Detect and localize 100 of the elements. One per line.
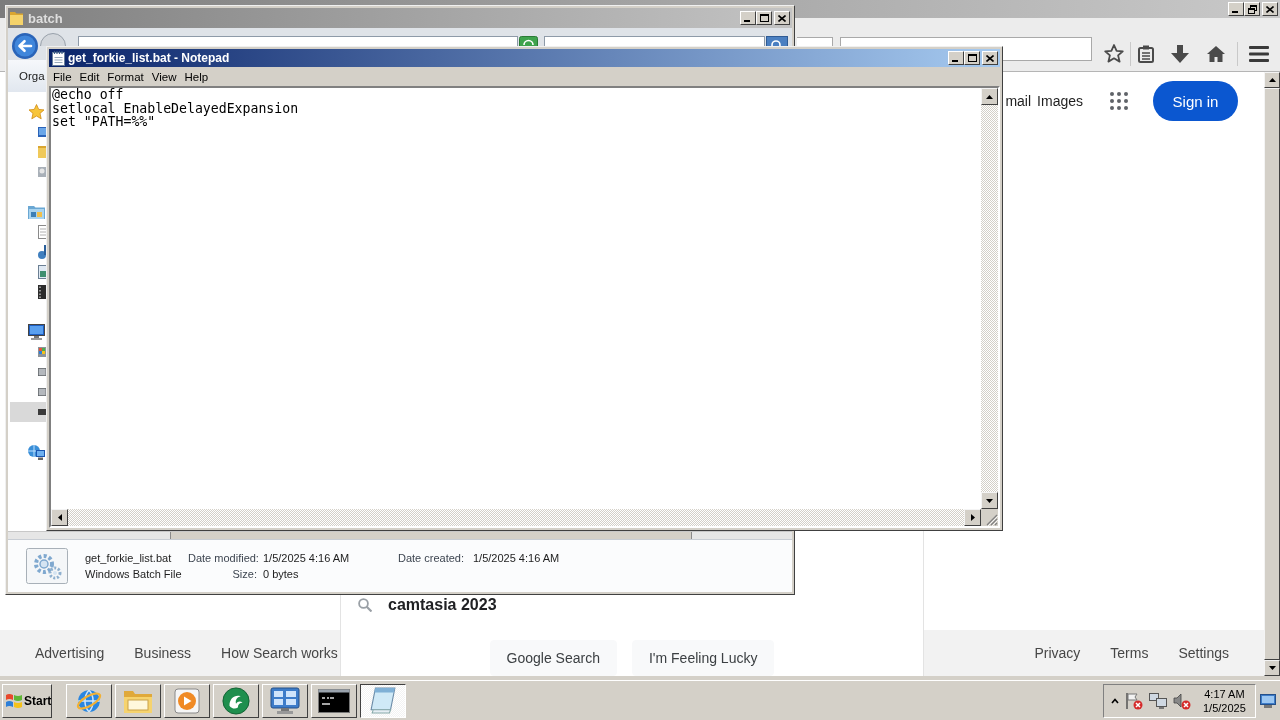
search-field[interactable] [1003, 37, 1092, 61]
close-icon [1266, 5, 1274, 13]
search-button[interactable]: I'm Feeling Lucky [631, 640, 775, 676]
down-arrow-icon [986, 498, 993, 503]
swirl-icon [222, 686, 250, 715]
text-editor[interactable]: @echo off setlocal EnableDelayedExpansion set "PATH=%%" [51, 88, 981, 509]
down-arrow-icon [1268, 666, 1276, 670]
close-button[interactable] [774, 11, 790, 25]
maximize-button[interactable] [756, 11, 772, 25]
field-value: 0 bytes [262, 568, 300, 580]
search-field[interactable] [544, 36, 765, 46]
network-icon[interactable] [1149, 692, 1167, 709]
notepad-icon [52, 50, 65, 66]
start-button[interactable]: Start [2, 683, 52, 718]
field-label: Date modified: [188, 552, 260, 564]
home-icon[interactable] [1207, 45, 1225, 62]
horizontal-scrollbar[interactable] [51, 509, 981, 526]
footer-link[interactable]: Privacy [1034, 645, 1081, 661]
flag-error-icon[interactable] [1125, 691, 1143, 710]
file-info-text: get_forkie_list.bat [85, 552, 173, 564]
menu-icon[interactable] [1249, 45, 1269, 62]
footer-link[interactable]: How Search works [221, 645, 338, 661]
window-title: batch [28, 10, 63, 26]
menu-item[interactable]: File [49, 70, 76, 83]
chevron-up-icon[interactable] [1111, 697, 1119, 704]
minimize-button[interactable] [1228, 2, 1244, 16]
clock-time: 4:17 AM [1204, 686, 1245, 701]
footer-link[interactable]: Settings [1178, 645, 1229, 661]
menu-item[interactable]: Edit [75, 70, 104, 83]
back-arrow-icon[interactable] [12, 33, 38, 59]
scroll-down-button[interactable] [1264, 660, 1280, 676]
folder-icon [38, 145, 46, 159]
download-icon[interactable] [1171, 44, 1189, 63]
menu-item[interactable]: Format [103, 70, 148, 83]
music-icon [38, 245, 46, 259]
header-link[interactable]: mail [1005, 93, 1032, 109]
clipboard-icon[interactable] [1138, 44, 1154, 63]
restore-button[interactable] [1244, 2, 1260, 16]
menu-item[interactable]: Help [180, 70, 213, 83]
right-arrow-icon [970, 514, 975, 521]
gears-file-icon [26, 548, 68, 584]
speaker-muted-icon[interactable] [1173, 691, 1191, 710]
vertical-scrollbar[interactable] [981, 88, 998, 509]
window-title: get_forkie_list.bat - Notepad [68, 51, 230, 65]
up-arrow-icon [986, 94, 993, 99]
search-icon[interactable] [766, 36, 788, 46]
desktop-icon [38, 125, 46, 139]
apps-grid-icon[interactable] [1110, 92, 1128, 110]
monitor-tiles-icon [270, 686, 300, 715]
close-button[interactable] [1262, 2, 1278, 16]
close-button[interactable] [982, 51, 998, 65]
code-line: set "PATH=%%" [52, 115, 156, 129]
minimize-button[interactable] [948, 51, 964, 65]
computer-icon [28, 324, 45, 340]
field-label: Date created: [398, 552, 466, 564]
vertical-scrollbar[interactable] [1264, 72, 1280, 676]
left-arrow-icon [57, 514, 62, 521]
menu-item[interactable]: View [147, 70, 181, 83]
footer-link[interactable]: Terms [1110, 645, 1149, 661]
code-line: @echo off [52, 88, 124, 102]
search-button[interactable]: Google Search [489, 640, 617, 676]
minimize-button[interactable] [740, 11, 756, 25]
clock-date: 1/5/2025 [1203, 700, 1246, 715]
maximize-button[interactable] [964, 51, 980, 65]
scroll-right-button[interactable] [964, 509, 981, 526]
flag-icon [5, 692, 23, 709]
film-icon [38, 285, 46, 299]
address-field[interactable] [78, 36, 518, 46]
scroll-up-button[interactable] [981, 88, 998, 105]
close-icon [778, 14, 786, 22]
maximize-icon [967, 54, 977, 62]
resize-grip-icon[interactable] [986, 514, 998, 526]
up-arrow-icon [1268, 78, 1276, 82]
library-icon [28, 204, 45, 220]
field-label: Size: [231, 568, 258, 580]
star-icon[interactable] [1104, 44, 1124, 63]
scroll-up-button[interactable] [1264, 72, 1280, 88]
suggestion-item[interactable]: camtasia 2023 [341, 595, 923, 615]
nav-item[interactable] [10, 402, 46, 422]
close-icon [986, 54, 994, 62]
network-icon [28, 444, 45, 460]
footer-link[interactable]: Business [134, 645, 192, 661]
address-field[interactable] [797, 37, 833, 46]
code-line: setlocal EnableDelayedExpansion [52, 101, 299, 115]
folder-icon [10, 11, 23, 25]
star-icon [28, 104, 45, 120]
file-info-text: Windows Batch File [85, 568, 183, 580]
drive-icon [38, 345, 46, 359]
maximize-icon [759, 14, 769, 22]
desktop-icon[interactable] [1260, 693, 1276, 708]
globe-icon [76, 688, 102, 713]
field-value: 1/5/2025 4:16 AM [262, 552, 351, 564]
scroll-left-button[interactable] [51, 509, 68, 526]
toolbar-button[interactable]: Orga [8, 70, 45, 82]
sign-in-button[interactable]: Sign in [1153, 81, 1238, 121]
search-icon [358, 598, 372, 612]
footer-link[interactable]: Advertising [35, 645, 105, 661]
scroll-down-button[interactable] [981, 492, 998, 509]
taskbar-button[interactable] [360, 683, 406, 718]
header-link[interactable]: Images [1037, 93, 1083, 109]
